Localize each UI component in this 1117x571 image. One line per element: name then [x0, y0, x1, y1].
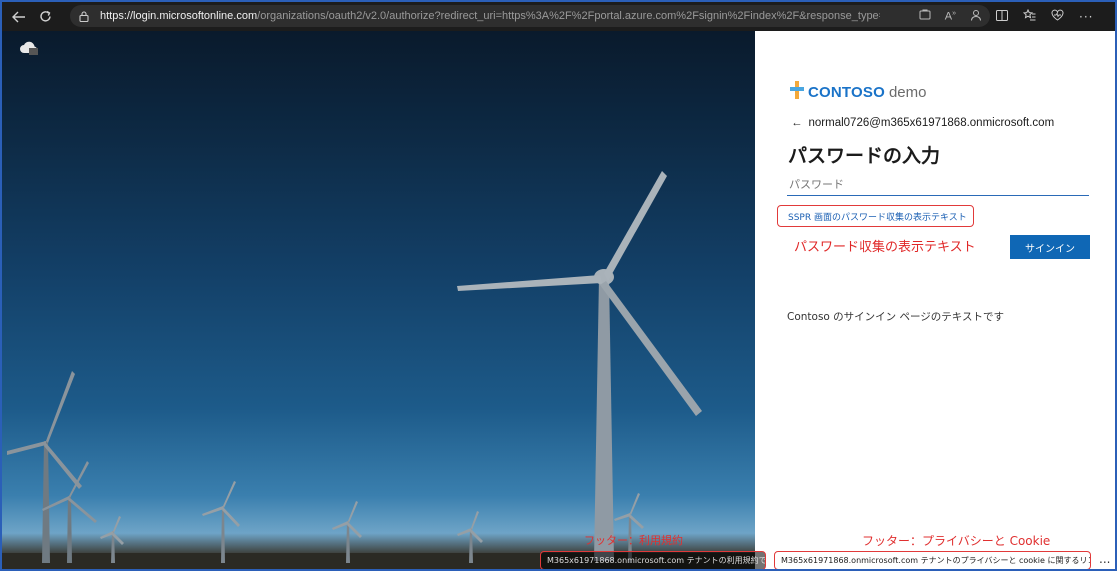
page-title: パスワードの入力 — [788, 145, 941, 167]
lock-icon[interactable] — [78, 10, 90, 22]
read-aloud-icon[interactable]: A» — [945, 10, 956, 23]
account-back-row[interactable]: ← normal0726@m365x61971868.onmicrosoft.c… — [791, 117, 1054, 129]
contoso-logo-icon — [790, 81, 804, 103]
browser-toolbar: https://login.microsoftonline.com/organi… — [2, 2, 1115, 31]
settings-more-icon[interactable]: ··· — [1079, 10, 1093, 24]
address-bar[interactable]: https://login.microsoftonline.com/organi… — [70, 5, 990, 27]
back-arrow-icon[interactable]: ← — [791, 117, 803, 129]
signin-button[interactable]: サインイン — [1010, 235, 1090, 259]
annotation-sspr: パスワード収集の表示テキスト — [794, 240, 976, 255]
screenshot-frame: https://login.microsoftonline.com/organi… — [0, 0, 1117, 571]
app-available-icon[interactable] — [919, 9, 931, 23]
split-screen-icon[interactable] — [996, 9, 1008, 24]
brand-subtitle: demo — [888, 83, 927, 101]
favorites-icon[interactable] — [1022, 8, 1036, 24]
url-path: /organizations/oauth2/v2.0/authorize?red… — [257, 10, 880, 22]
terms-of-use-link[interactable]: M365x61971868.onmicrosoft.com テナントの利用規約で… — [540, 551, 766, 569]
browser-actions: ··· — [996, 2, 1093, 31]
annotation-terms: フッター：利用規約 — [584, 534, 683, 547]
url-text[interactable]: https://login.microsoftonline.com/organi… — [100, 10, 880, 22]
annotation-privacy: フッター：プライバシーと Cookie — [862, 534, 1051, 548]
cloud-icon — [18, 40, 40, 60]
refresh-icon[interactable] — [32, 2, 58, 31]
brand-logo: CONTOSO demo — [790, 81, 927, 103]
browser-essentials-icon[interactable] — [1051, 9, 1064, 24]
background-image — [2, 31, 755, 569]
privacy-cookies-link[interactable]: M365x61971868.onmicrosoft.com テナントのプライバシ… — [774, 551, 1091, 569]
signin-panel: CONTOSO demo ← normal0726@m365x61971868.… — [755, 31, 1115, 569]
signin-page-text: Contoso のサインイン ページのテキストです — [787, 311, 1004, 323]
account-email: normal0726@m365x61971868.onmicrosoft.com — [808, 117, 1055, 129]
url-host: https://login.microsoftonline.com — [100, 10, 258, 22]
footer-more-button[interactable]: ... — [1099, 552, 1110, 566]
password-input[interactable] — [787, 174, 1089, 196]
sspr-link[interactable]: SSPR 画面のパスワード収集の表示テキスト — [777, 205, 974, 227]
wind-turbines-illustration — [2, 171, 755, 569]
profile-icon[interactable] — [970, 9, 982, 24]
address-bar-actions: A» — [919, 5, 982, 27]
brand-name: CONTOSO — [808, 83, 885, 101]
back-arrow-icon[interactable] — [6, 2, 32, 31]
